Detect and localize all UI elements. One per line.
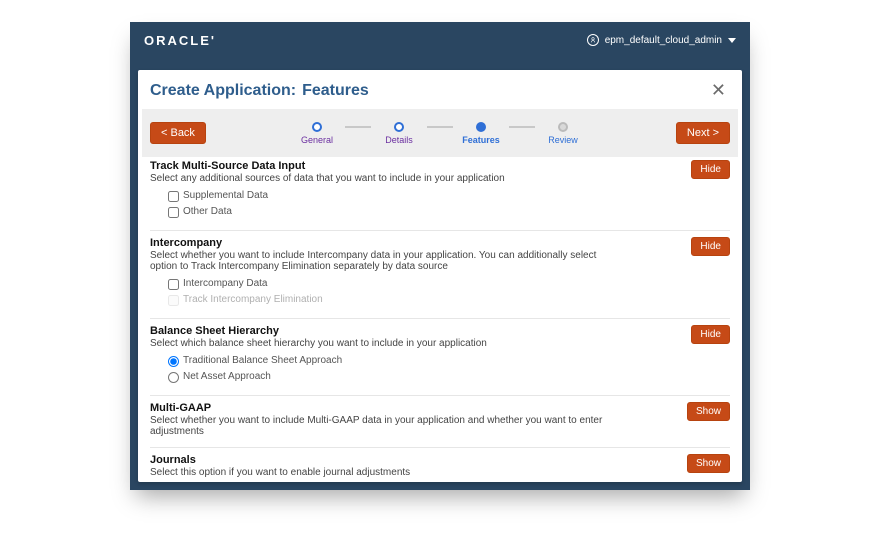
step-connector (427, 126, 453, 128)
step-dot-icon (558, 122, 568, 132)
checkbox-input[interactable] (168, 279, 179, 290)
step-dot-icon (476, 122, 486, 132)
section-desc: Select which balance sheet hierarchy you… (150, 338, 487, 349)
section-title: Intercompany (150, 237, 620, 249)
user-icon (587, 34, 599, 46)
step-review[interactable]: Review (535, 122, 591, 145)
next-button[interactable]: Next > (676, 122, 730, 144)
section-desc: Select whether you want to include Inter… (150, 250, 620, 272)
step-general[interactable]: General (289, 122, 345, 145)
section-desc: Select this option if you want to enable… (150, 467, 410, 478)
hide-button[interactable]: Hide (691, 237, 730, 256)
section-title: Multi-GAAP (150, 402, 620, 414)
checkbox-supplemental-data[interactable]: Supplemental Data (168, 188, 730, 204)
step-features[interactable]: Features (453, 122, 509, 145)
user-label: epm_default_cloud_admin (605, 35, 722, 46)
radio-input[interactable] (168, 372, 179, 383)
step-dot-icon (312, 122, 322, 132)
wizard-bar: < Back General Details Features (142, 109, 738, 157)
option-label: Net Asset Approach (183, 369, 271, 385)
step-connector (345, 126, 371, 128)
checkbox-input[interactable] (168, 207, 179, 218)
hide-button[interactable]: Hide (691, 325, 730, 344)
option-label: Track Intercompany Elimination (183, 292, 323, 308)
dialog-panel: Create Application: Features ✕ < Back Ge… (138, 70, 742, 482)
wizard-steps: General Details Features Review (289, 122, 591, 145)
section-title: Balance Sheet Hierarchy (150, 325, 487, 337)
option-label: Intercompany Data (183, 276, 268, 292)
section-balance-sheet: Balance Sheet Hierarchy Select which bal… (150, 318, 730, 395)
section-desc: Select any additional sources of data th… (150, 173, 505, 184)
hide-button[interactable]: Hide (691, 160, 730, 179)
step-label: General (301, 135, 333, 145)
section-title: Journals (150, 454, 410, 466)
dialog-title-step: Features (302, 82, 369, 100)
back-button[interactable]: < Back (150, 122, 206, 144)
topbar: ORACLE' epm_default_cloud_admin (130, 22, 750, 58)
checkbox-intercompany-data[interactable]: Intercompany Data (168, 276, 730, 292)
features-scroll[interactable]: Track Multi-Source Data Input Select any… (142, 154, 738, 478)
dialog-title-prefix: Create Application: (150, 82, 296, 100)
step-dot-icon (394, 122, 404, 132)
user-menu[interactable]: epm_default_cloud_admin (587, 34, 736, 46)
close-icon[interactable]: ✕ (707, 80, 730, 101)
option-label: Other Data (183, 204, 232, 220)
radio-traditional-approach[interactable]: Traditional Balance Sheet Approach (168, 353, 730, 369)
option-label: Traditional Balance Sheet Approach (183, 353, 342, 369)
radio-input[interactable] (168, 356, 179, 367)
step-label: Features (462, 135, 500, 145)
dialog-header: Create Application: Features ✕ (138, 76, 742, 109)
checkbox-input (168, 295, 179, 306)
section-title: Track Multi-Source Data Input (150, 160, 505, 172)
checkbox-track-intercompany-elim: Track Intercompany Elimination (168, 292, 730, 308)
section-journals: Journals Select this option if you want … (150, 447, 730, 478)
app-frame: ORACLE' epm_default_cloud_admin Create A… (130, 22, 750, 490)
radio-net-asset-approach[interactable]: Net Asset Approach (168, 369, 730, 385)
section-multi-gaap: Multi-GAAP Select whether you want to in… (150, 395, 730, 447)
show-button[interactable]: Show (687, 402, 730, 421)
section-intercompany: Intercompany Select whether you want to … (150, 230, 730, 318)
caret-down-icon (728, 38, 736, 43)
step-label: Review (548, 135, 578, 145)
section-track-multi-source: Track Multi-Source Data Input Select any… (150, 158, 730, 230)
brand-logo: ORACLE' (144, 33, 216, 48)
section-desc: Select whether you want to include Multi… (150, 415, 620, 437)
show-button[interactable]: Show (687, 454, 730, 473)
step-label: Details (385, 135, 413, 145)
step-connector (509, 126, 535, 128)
option-label: Supplemental Data (183, 188, 268, 204)
checkbox-other-data[interactable]: Other Data (168, 204, 730, 220)
step-details[interactable]: Details (371, 122, 427, 145)
checkbox-input[interactable] (168, 191, 179, 202)
